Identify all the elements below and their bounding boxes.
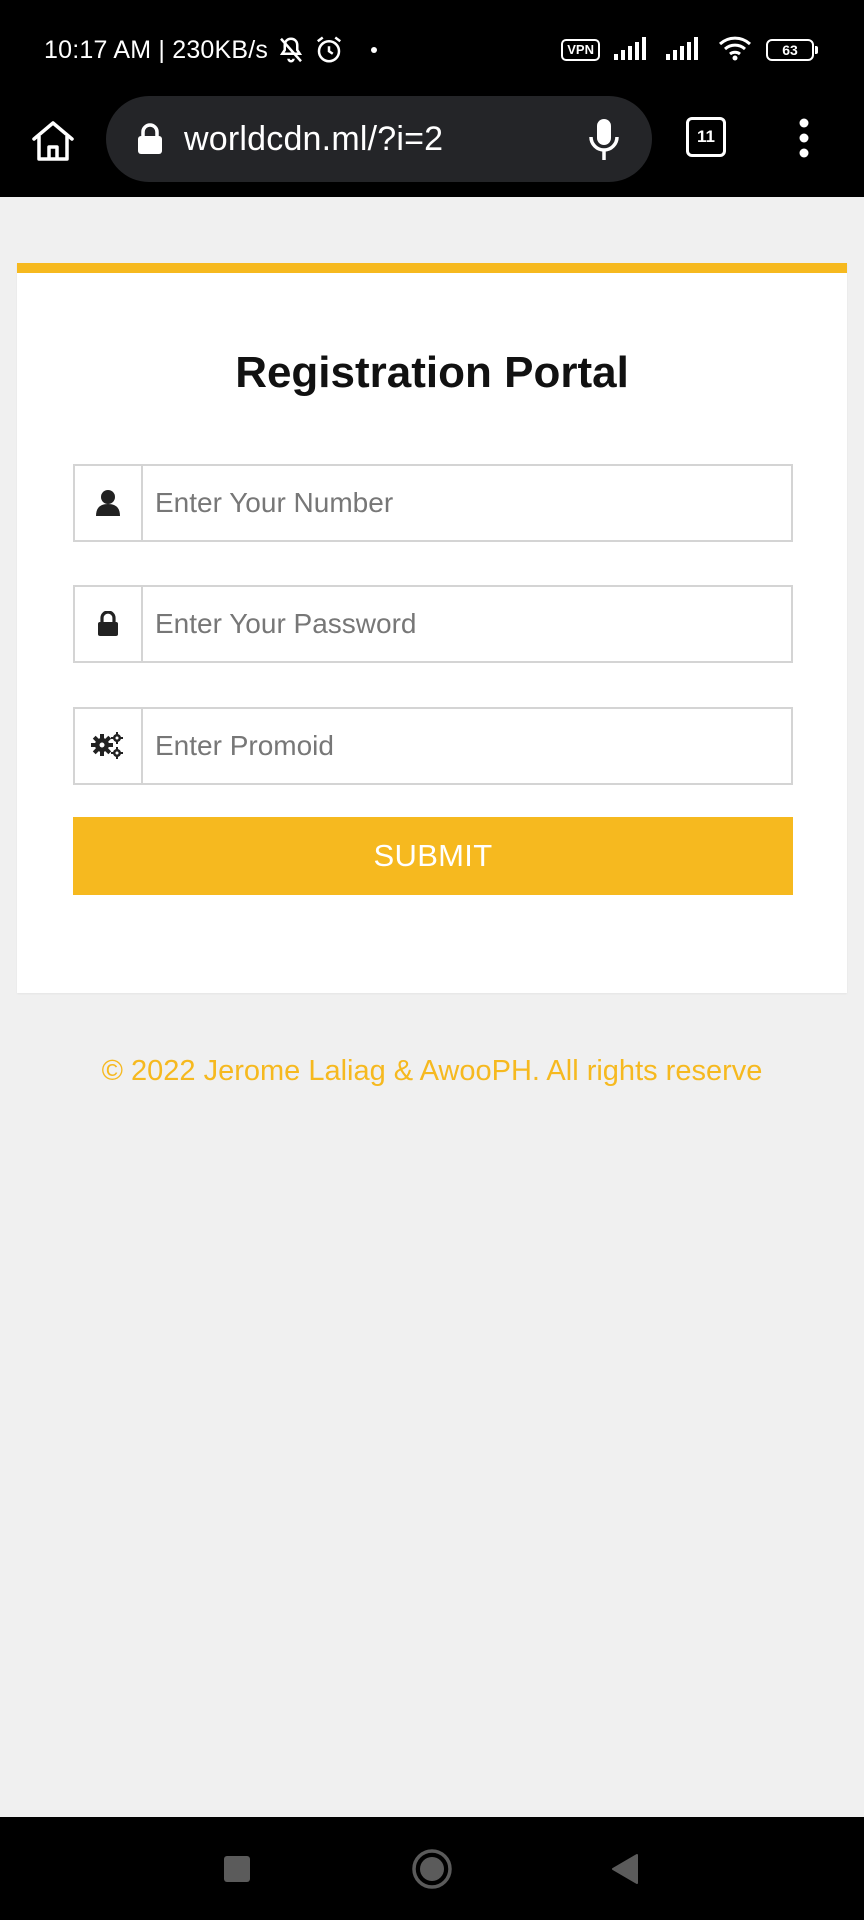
mic-icon: [589, 119, 619, 160]
footer-copyright: © 2022 Jerome Laliag & AwooPH. All right…: [101, 1055, 763, 1087]
number-addon: [75, 466, 143, 540]
address-bar[interactable]: worldcdn.ml/?i=2: [106, 96, 652, 182]
promo-field: [73, 707, 793, 785]
status-time-speed: 10:17 AM | 230KB/s: [44, 35, 269, 64]
more-icon: [799, 118, 809, 158]
recent-apps-icon: [224, 1856, 250, 1882]
signal-icon: [666, 36, 704, 65]
tabs-button[interactable]: 11: [686, 117, 726, 157]
back-icon: [612, 1854, 638, 1884]
lock-icon: [138, 123, 162, 154]
submit-button[interactable]: SUBMIT: [73, 817, 793, 895]
home-circle-icon: [412, 1849, 452, 1889]
dot-icon: [370, 46, 378, 54]
home-button[interactable]: [26, 114, 80, 168]
status-bar: 10:17 AM | 230KB/s VPN 63: [0, 0, 864, 96]
password-input[interactable]: [143, 587, 791, 661]
status-left: 10:17 AM | 230KB/s: [44, 30, 378, 70]
gears-icon: [91, 732, 123, 759]
user-icon: [96, 490, 120, 516]
voice-search-button[interactable]: [580, 116, 628, 164]
status-right: VPN 63: [561, 30, 818, 70]
promo-input[interactable]: [143, 709, 791, 783]
signal-icon: [614, 36, 652, 65]
alarm-icon: [314, 35, 344, 65]
number-input[interactable]: [143, 466, 791, 540]
number-field: [73, 464, 793, 542]
registration-card: Registration Portal Enter Your Number En…: [17, 263, 847, 993]
recent-apps-button[interactable]: [212, 1844, 262, 1894]
lock-icon: [98, 611, 118, 636]
battery-icon: 63: [766, 39, 818, 61]
more-menu-button[interactable]: [786, 112, 822, 164]
browser-toolbar: worldcdn.ml/?i=2 11: [0, 96, 864, 197]
wifi-icon: [718, 35, 752, 66]
password-addon: [75, 587, 143, 661]
navigation-bar: [0, 1817, 864, 1920]
url-text[interactable]: worldcdn.ml/?i=2: [184, 116, 443, 162]
vpn-icon: VPN: [561, 39, 600, 61]
promo-addon: [75, 709, 143, 783]
home-nav-button[interactable]: [407, 1844, 457, 1894]
back-button[interactable]: [600, 1844, 650, 1894]
mute-icon: [276, 35, 306, 65]
page-title: Registration Portal: [235, 348, 629, 397]
home-icon: [32, 121, 74, 161]
password-field: [73, 585, 793, 663]
